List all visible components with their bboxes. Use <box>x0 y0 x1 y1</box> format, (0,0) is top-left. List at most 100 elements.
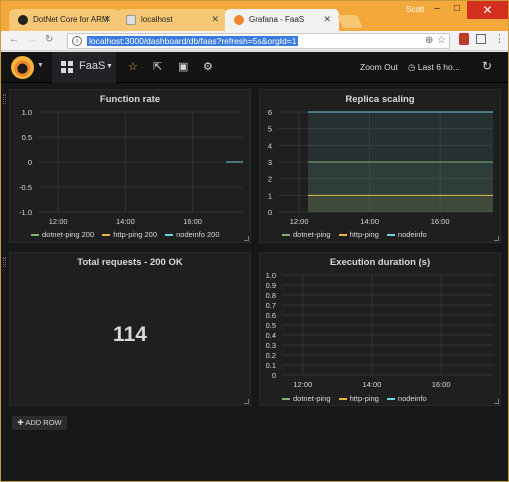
y-tick-label: 0.3 <box>266 341 276 350</box>
back-icon[interactable]: ← <box>9 34 19 45</box>
close-tab-icon[interactable]: ✕ <box>211 14 219 25</box>
add-row-button[interactable]: ✚ ADD ROW <box>12 416 67 430</box>
row-handle[interactable] <box>3 257 6 267</box>
caret-down-icon[interactable]: ▼ <box>37 62 44 69</box>
extension-shield-icon[interactable] <box>459 33 469 45</box>
tab-title: localhost <box>141 15 173 24</box>
tab-localhost[interactable]: localhost ✕ <box>117 9 227 31</box>
x-tick-label: 14:00 <box>363 380 382 389</box>
y-tick-label: 0.4 <box>266 331 276 340</box>
x-tick-label: 16:00 <box>432 380 451 389</box>
github-icon <box>18 15 28 25</box>
function-rate-chart: 1.0 0.5 0 -0.5 -1.0 12:00 14:00 16:00 <box>19 108 243 226</box>
y-tick-label: 0 <box>272 371 276 380</box>
execution-duration-chart: 1.00.90.80.70.60.50.40.30.20.10 12:00 14:0… <box>266 271 493 389</box>
new-tab-button[interactable] <box>336 15 364 28</box>
settings-gear-icon[interactable]: ⚙ <box>203 60 213 73</box>
window-close-icon[interactable]: ✕ <box>467 1 508 19</box>
legend-item[interactable]: nodeinfo <box>386 230 427 239</box>
close-tab-icon[interactable]: ✕ <box>103 14 111 25</box>
y-tick-label: -1.0 <box>19 208 32 217</box>
tab-dotnet-core[interactable]: DotNet Core for ARM ✕ <box>9 9 119 31</box>
panel-total-requests[interactable]: Total requests - 200 OK 114 <box>9 252 251 406</box>
bookmark-star-icon[interactable]: ☆ <box>437 35 446 46</box>
y-tick-label: 5 <box>268 125 272 134</box>
page-icon <box>126 15 136 25</box>
minimize-icon[interactable]: – <box>427 3 447 14</box>
y-tick-label: 0 <box>268 208 272 217</box>
resize-handle[interactable] <box>244 236 249 241</box>
zoom-out-button[interactable]: Zoom Out <box>360 62 398 72</box>
zoom-icon[interactable]: ⊕ <box>425 35 433 46</box>
series-area <box>307 112 493 212</box>
legend-swatch <box>338 398 347 401</box>
refresh-icon[interactable]: ↻ <box>482 59 492 73</box>
legend-swatch <box>338 234 347 237</box>
y-tick-label: 0.5 <box>22 133 32 142</box>
grafana-icon <box>234 15 244 25</box>
tab-title: DotNet Core for ARM <box>33 15 109 24</box>
replica-scaling-chart: 6 5 4 3 2 1 0 12:00 14:00 16:00 <box>268 108 493 226</box>
dashboard-picker[interactable]: FaaS ▼ <box>52 52 116 83</box>
dashboard-title: FaaS <box>79 60 106 72</box>
legend-item[interactable]: dotnet-ping 200 <box>31 230 94 239</box>
address-toolbar: ← → ↻ i localhost:3000/dashboard/db/faas… <box>1 31 508 51</box>
save-icon[interactable]: ▣ <box>178 60 188 73</box>
y-tick-label: 0.8 <box>266 291 276 300</box>
grafana-logo-icon[interactable] <box>11 56 34 79</box>
x-tick-label: 14:00 <box>116 217 135 226</box>
legend-item[interactable]: dotnet-ping <box>282 230 331 239</box>
y-tick-label: -0.5 <box>19 183 32 192</box>
y-tick-label: 0.6 <box>266 311 276 320</box>
site-info-icon[interactable]: i <box>72 36 82 46</box>
time-range-label: Last 6 ho... <box>417 62 460 72</box>
legend-swatch <box>386 234 395 237</box>
legend-swatch <box>282 234 290 237</box>
y-tick-label: 1.0 <box>266 271 276 280</box>
panel-replica-scaling[interactable]: Replica scaling 6 5 4 3 2 1 0 12:00 14:00 16:00 d… <box>259 89 501 243</box>
legend-item[interactable]: dotnet-ping <box>282 394 331 403</box>
function-rate-legend: dotnet-ping 200 http-ping 200 nodeinfo 2… <box>31 230 226 239</box>
legend-item[interactable]: nodeinfo <box>386 394 427 403</box>
y-tick-label: 1.0 <box>22 108 32 117</box>
menu-dots-icon[interactable]: ⋮ <box>494 32 505 45</box>
legend-item[interactable]: http-ping <box>338 394 379 403</box>
legend-swatch <box>165 234 174 237</box>
legend-item[interactable]: http-ping 200 <box>102 230 157 239</box>
forward-icon[interactable]: → <box>27 34 37 45</box>
legend-item[interactable]: nodeinfo 200 <box>165 230 220 239</box>
address-bar[interactable]: i localhost:3000/dashboard/db/faas?refre… <box>67 33 450 49</box>
replica-scaling-legend: dotnet-ping http-ping nodeinfo <box>282 230 433 239</box>
resize-handle[interactable] <box>494 399 499 404</box>
x-tick-label: 16:00 <box>183 217 202 226</box>
star-icon[interactable]: ☆ <box>128 60 138 73</box>
y-tick-label: 1 <box>268 191 272 200</box>
x-tick-label: 12:00 <box>49 217 68 226</box>
time-range-picker[interactable]: ◷ Last 6 ho... <box>408 62 460 73</box>
panel-function-rate[interactable]: Function rate 1.0 0.5 0 -0.5 -1.0 12:00 14:00 1… <box>9 89 251 243</box>
dashboard-grid-icon <box>61 61 73 73</box>
resize-handle[interactable] <box>494 236 499 241</box>
legend-item[interactable]: http-ping <box>338 230 379 239</box>
profile-name[interactable]: Scott <box>406 5 424 14</box>
x-tick-label: 14:00 <box>360 217 379 226</box>
legend-swatch <box>102 234 111 237</box>
x-tick-label: 16:00 <box>431 217 450 226</box>
legend-swatch <box>386 398 395 401</box>
resize-handle[interactable] <box>244 399 249 404</box>
reload-icon[interactable]: ↻ <box>45 34 53 45</box>
y-tick-label: 0.1 <box>266 361 276 370</box>
panel-execution-duration[interactable]: Execution duration (s) 1.0 0.9 0.8 0.7 0.6 0.… <box>259 252 501 406</box>
row-handle[interactable] <box>3 94 6 104</box>
y-tick-label: 6 <box>268 108 272 117</box>
y-tick-label: 2 <box>268 175 272 184</box>
url-text[interactable]: localhost:3000/dashboard/db/faas?refresh… <box>87 36 299 46</box>
close-tab-icon[interactable]: ✕ <box>323 14 331 25</box>
share-icon[interactable]: ⇱ <box>153 60 162 73</box>
singlestat-value: 114 <box>113 323 147 346</box>
tab-grafana[interactable]: Grafana - FaaS ✕ <box>225 9 339 31</box>
tab-title: Grafana - FaaS <box>249 15 305 24</box>
extension-icon[interactable] <box>476 34 486 44</box>
panel-title[interactable]: Total requests - 200 OK <box>10 257 250 268</box>
maximize-icon[interactable]: □ <box>447 3 467 14</box>
